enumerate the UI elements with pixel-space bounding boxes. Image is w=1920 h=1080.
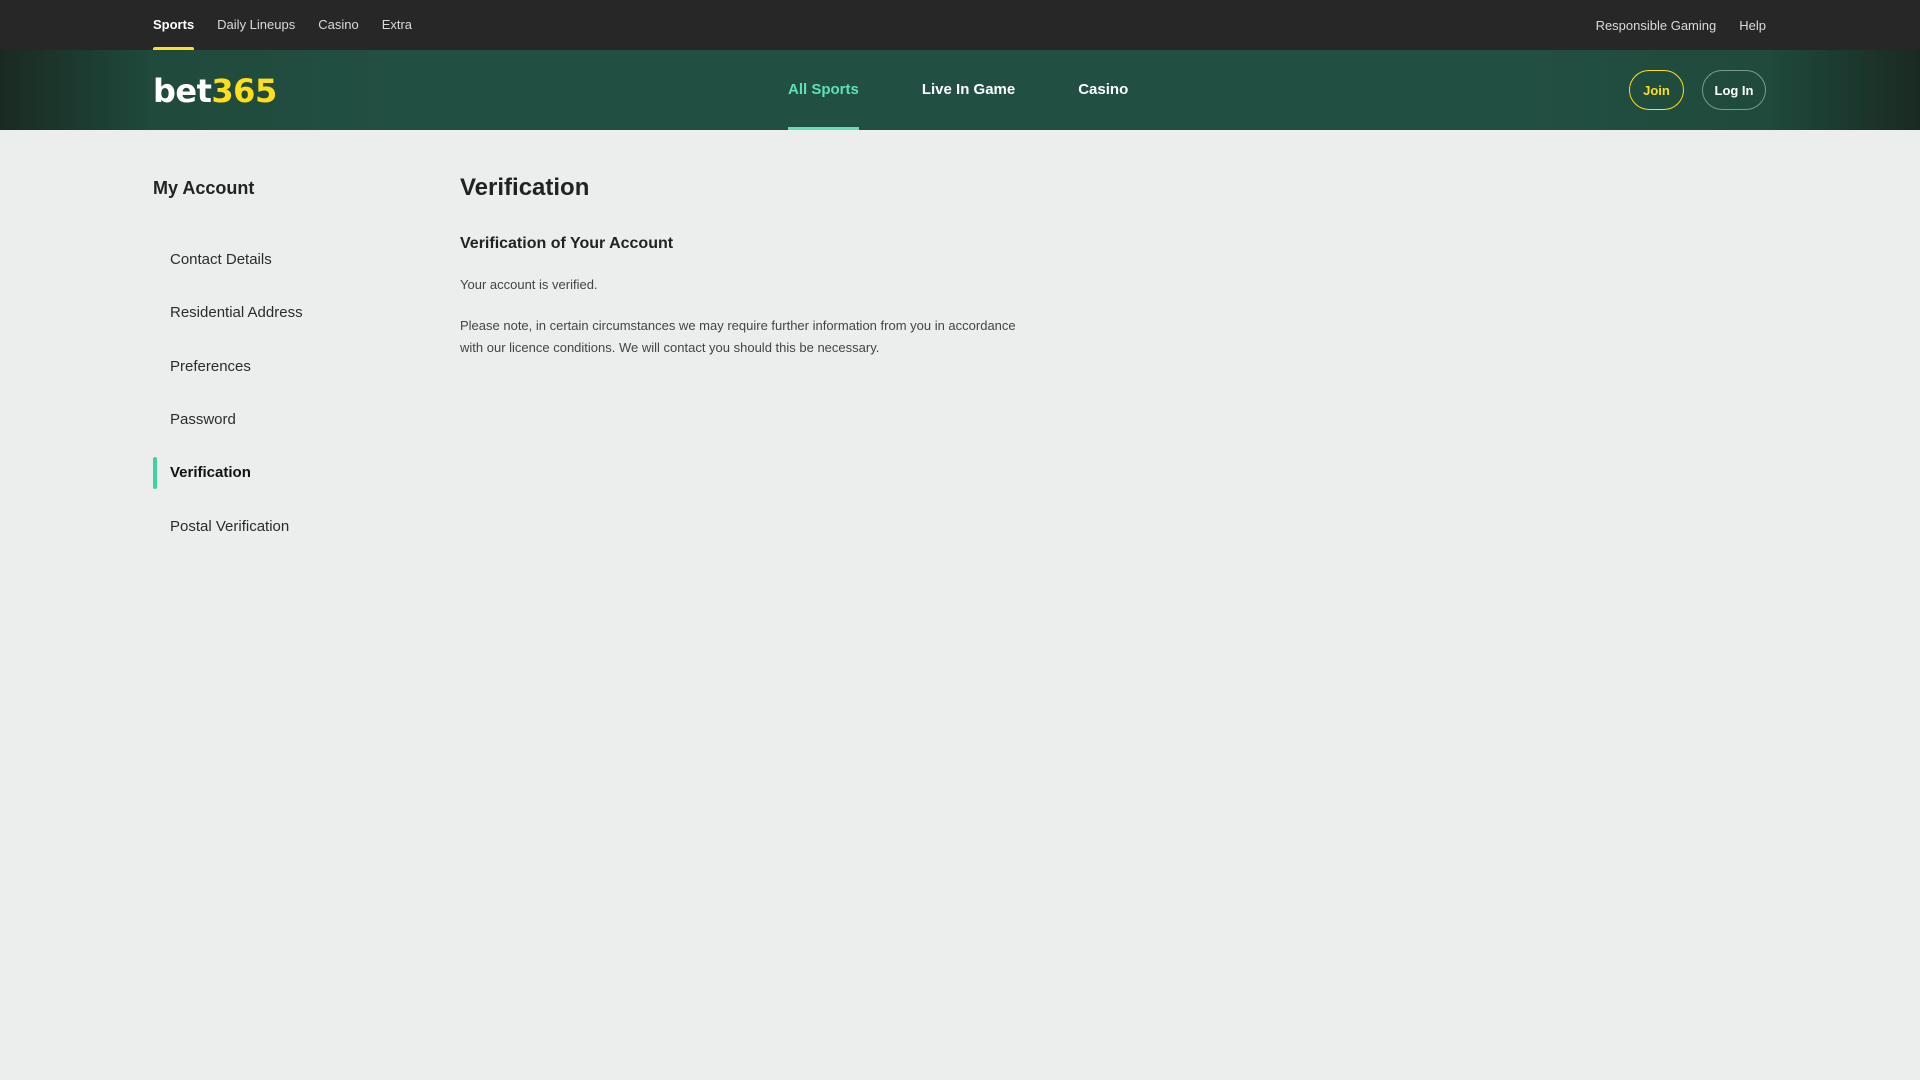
- nav-all-sports[interactable]: All Sports: [788, 50, 859, 130]
- join-button[interactable]: Join: [1629, 70, 1684, 110]
- sidebar-item-verification[interactable]: Verification: [153, 457, 393, 489]
- login-button[interactable]: Log In: [1702, 70, 1766, 110]
- sidebar-item-residential-address[interactable]: Residential Address: [153, 297, 393, 329]
- page-title: Verification: [460, 174, 590, 201]
- top-utility-bar: Sports Daily Lineups Casino Extra Respon…: [0, 0, 1920, 50]
- auth-buttons: Join Log In: [1629, 70, 1766, 110]
- tab-extra[interactable]: Extra: [382, 0, 412, 50]
- help-link[interactable]: Help: [1739, 18, 1766, 33]
- sidebar-item-contact-details[interactable]: Contact Details: [153, 244, 393, 276]
- logo-text-365: 365: [211, 72, 277, 110]
- sidebar-title: My Account: [153, 178, 255, 198]
- sidebar-item-postal-verification[interactable]: Postal Verification: [153, 511, 393, 543]
- main-header: bet365 All Sports Live In Game Casino Jo…: [0, 50, 1920, 130]
- logo-text-bet: bet: [153, 72, 212, 110]
- nav-casino[interactable]: Casino: [1078, 50, 1128, 130]
- nav-live-in-game[interactable]: Live In Game: [922, 50, 1015, 130]
- responsible-gaming-link[interactable]: Responsible Gaming: [1596, 18, 1717, 33]
- verification-status-text: Your account is verified.: [460, 277, 598, 292]
- bet365-logo[interactable]: bet365: [153, 72, 277, 110]
- tab-daily-lineups[interactable]: Daily Lineups: [217, 0, 295, 50]
- main-navigation: All Sports Live In Game Casino: [788, 50, 1191, 130]
- sidebar-item-preferences[interactable]: Preferences: [153, 351, 393, 383]
- tab-casino[interactable]: Casino: [318, 0, 358, 50]
- tab-sports[interactable]: Sports: [153, 0, 195, 50]
- utility-links: Responsible Gaming Help: [1573, 0, 1766, 50]
- verification-note-text: Please note, in certain circumstances we…: [460, 318, 1016, 355]
- sidebar-item-password[interactable]: Password: [153, 404, 393, 436]
- product-links: Sports Daily Lineups Casino Extra: [153, 0, 435, 50]
- section-heading: Verification of Your Account: [460, 235, 674, 252]
